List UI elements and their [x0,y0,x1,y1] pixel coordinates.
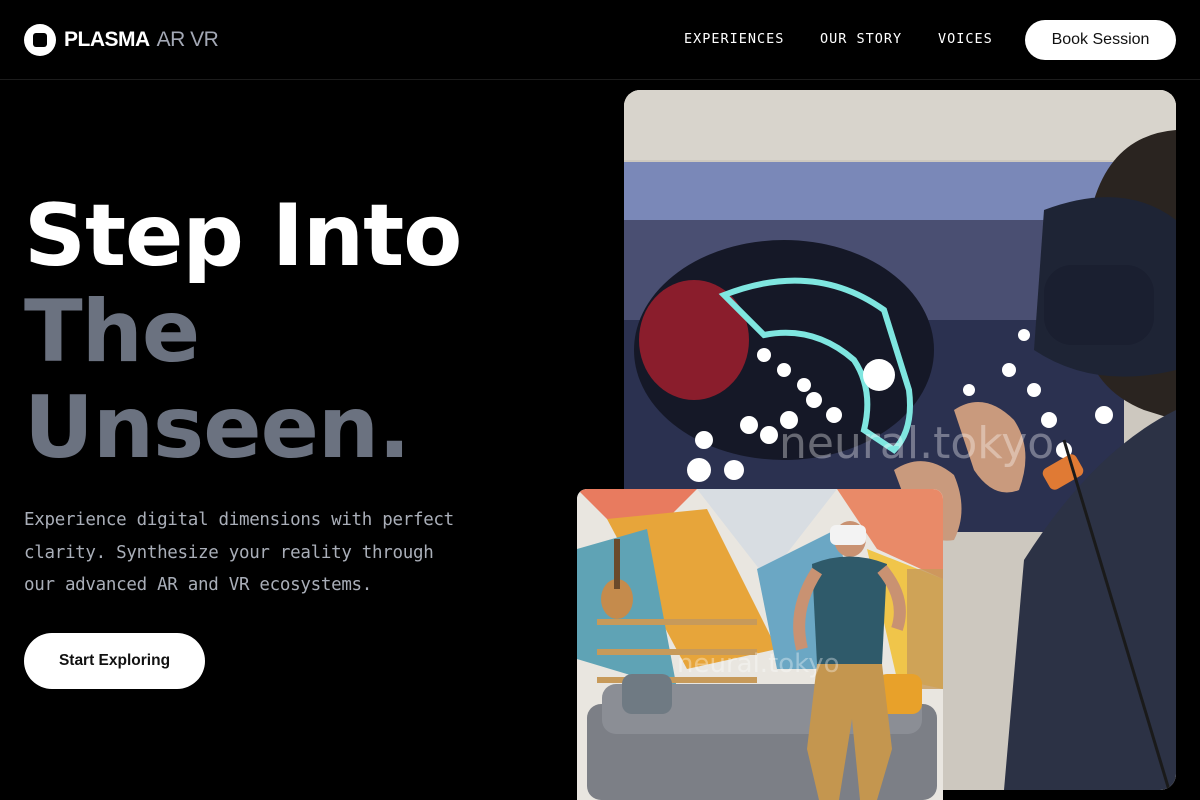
hero-title-line-3: Unseen. [24,378,411,478]
nav-voices[interactable]: VOICES [938,31,993,47]
nav-our-story[interactable]: OUR STORY [820,31,902,47]
logo-icon [24,24,56,56]
vr-living-room-photo: neural.tokyo [577,489,943,800]
logo[interactable]: PLASMA AR VR [24,24,219,56]
hero-description: Experience digital dimensions with perfe… [24,510,454,595]
logo-subtitle: AR VR [156,28,219,51]
nav-experiences[interactable]: EXPERIENCES [684,31,784,47]
logo-brand: PLASMA [64,28,150,51]
watermark: neural.tokyo [779,418,1055,469]
book-session-button[interactable]: Book Session [1025,20,1176,60]
site-header: PLASMA AR VR EXPERIENCES OUR STORY VOICE… [0,0,1200,80]
hero-title-line-2: The [24,282,200,382]
watermark-small: neural.tokyo [677,649,840,679]
hero-title: Step Into The Unseen. [24,186,462,478]
hero-title-line-1: Step Into [24,186,462,286]
start-exploring-button[interactable]: Start Exploring [24,633,205,689]
